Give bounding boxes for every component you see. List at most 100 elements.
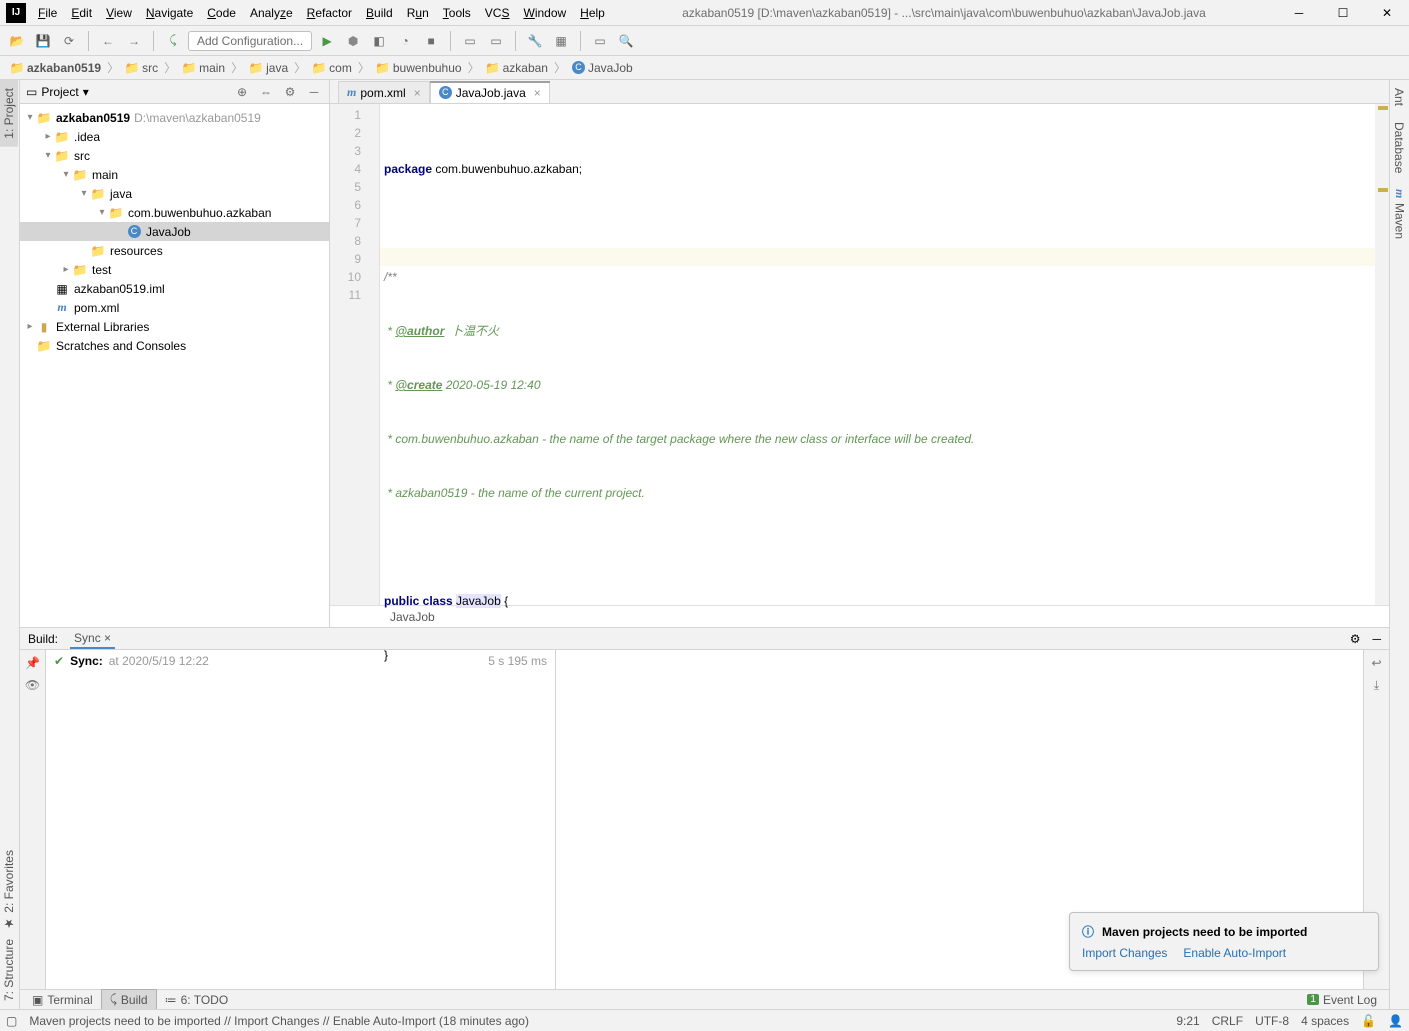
tab-todo[interactable]: ≔ 6: TODO bbox=[157, 991, 237, 1009]
menu-help[interactable]: Help bbox=[574, 4, 611, 22]
menu-build[interactable]: Build bbox=[360, 4, 399, 22]
notification-popup: ⓘMaven projects need to be imported Impo… bbox=[1069, 912, 1379, 971]
locate-icon[interactable]: ⊕ bbox=[233, 83, 251, 101]
close-button[interactable]: ✕ bbox=[1365, 0, 1409, 26]
tree-scratches[interactable]: 📁Scratches and Consoles bbox=[20, 336, 329, 355]
menu-view[interactable]: View bbox=[100, 4, 138, 22]
indent[interactable]: 4 spaces bbox=[1301, 1014, 1349, 1028]
presentation-button[interactable]: ▭ bbox=[589, 30, 611, 52]
save-button[interactable]: 💾 bbox=[32, 30, 54, 52]
toolbar: 📂 💾 ⟳ ← → ⤹ Add Configuration... ▶ ⬢ ◧ ◔… bbox=[0, 26, 1409, 56]
close-icon[interactable]: × bbox=[534, 86, 541, 100]
gear-icon[interactable]: ⚙ bbox=[1350, 632, 1361, 646]
forward-button[interactable]: → bbox=[123, 30, 145, 52]
build-label: Build: bbox=[28, 632, 58, 646]
cursor-position[interactable]: 9:21 bbox=[1176, 1014, 1199, 1028]
debug-button[interactable]: ⬢ bbox=[342, 30, 364, 52]
tree-resources[interactable]: 📁resources bbox=[20, 241, 329, 260]
menu-run[interactable]: Run bbox=[401, 4, 435, 22]
layout-button-2[interactable]: ▭ bbox=[485, 30, 507, 52]
run-button[interactable]: ▶ bbox=[316, 30, 338, 52]
build-tab-sync[interactable]: Sync × bbox=[70, 629, 115, 649]
stop-button[interactable]: ■ bbox=[420, 30, 442, 52]
tree-external[interactable]: ▸▮External Libraries bbox=[20, 317, 329, 336]
run-config-selector[interactable]: Add Configuration... bbox=[188, 31, 312, 51]
tab-maven[interactable]: m Maven bbox=[1390, 181, 1409, 246]
tab-ant[interactable]: Ant bbox=[1390, 80, 1408, 114]
bc-com[interactable]: 📁com bbox=[308, 61, 356, 75]
lock-icon[interactable]: 🔓 bbox=[1361, 1014, 1376, 1028]
tab-structure[interactable]: 7: Structure bbox=[0, 931, 18, 1009]
menu-edit[interactable]: Edit bbox=[65, 4, 98, 22]
project-panel-title[interactable]: ▭ Project ▾ bbox=[26, 85, 227, 99]
editor[interactable]: 1234567891011 package com.buwenbuhuo.azk… bbox=[330, 104, 1389, 605]
app-logo: IJ bbox=[6, 3, 26, 23]
tab-javajob-file[interactable]: CJavaJob.java× bbox=[430, 81, 550, 103]
maximize-button[interactable]: ☐ bbox=[1321, 0, 1365, 26]
coverage-button[interactable]: ◧ bbox=[368, 30, 390, 52]
bc-buwenbuhuo[interactable]: 📁buwenbuhuo bbox=[372, 61, 466, 75]
tree-javajob[interactable]: CJavaJob bbox=[20, 222, 329, 241]
tab-build[interactable]: ⤹ Build bbox=[101, 989, 157, 1010]
tab-favorites[interactable]: ★ 2: Favorites bbox=[0, 842, 18, 939]
back-button[interactable]: ← bbox=[97, 30, 119, 52]
code-content[interactable]: package com.buwenbuhuo.azkaban; /** * @a… bbox=[380, 104, 1375, 605]
menu-vcs[interactable]: VCS bbox=[479, 4, 516, 22]
profile-button[interactable]: ◔ bbox=[394, 30, 416, 52]
settings-icon[interactable]: 🔧 bbox=[524, 30, 546, 52]
tree-idea[interactable]: ▸📁.idea bbox=[20, 127, 329, 146]
bc-azkaban[interactable]: 📁azkaban bbox=[482, 61, 552, 75]
hide-icon[interactable]: ─ bbox=[1372, 632, 1381, 646]
tab-pom[interactable]: mpom.xml× bbox=[338, 81, 430, 103]
pin-icon[interactable]: 📌 bbox=[25, 656, 40, 670]
open-button[interactable]: 📂 bbox=[6, 30, 28, 52]
bc-src[interactable]: 📁src bbox=[121, 61, 162, 75]
hide-icon[interactable]: ─ bbox=[305, 83, 323, 101]
scroll-icon[interactable]: ⤓ bbox=[1374, 678, 1379, 693]
line-ending[interactable]: CRLF bbox=[1212, 1014, 1243, 1028]
tab-terminal[interactable]: ▣ Terminal bbox=[24, 991, 101, 1009]
eye-icon[interactable]: 👁 bbox=[25, 678, 40, 692]
tab-eventlog[interactable]: 1 Event Log bbox=[1299, 991, 1385, 1009]
menu-analyze[interactable]: Analyze bbox=[244, 4, 299, 22]
tree-iml[interactable]: ▦azkaban0519.iml bbox=[20, 279, 329, 298]
menu-navigate[interactable]: Navigate bbox=[140, 4, 199, 22]
link-enable-auto-import[interactable]: Enable Auto-Import bbox=[1183, 946, 1286, 960]
tree-pom[interactable]: mpom.xml bbox=[20, 298, 329, 317]
project-panel: ▭ Project ▾ ⊕ ⇔ ⚙ ─ ▾📁azkaban0519D:\mave… bbox=[20, 80, 330, 627]
menu-window[interactable]: Window bbox=[517, 4, 572, 22]
minimize-button[interactable]: ─ bbox=[1277, 0, 1321, 26]
tab-project[interactable]: 1: Project bbox=[0, 80, 18, 147]
tree-java[interactable]: ▾📁java bbox=[20, 184, 329, 203]
bc-project[interactable]: 📁azkaban0519 bbox=[6, 61, 105, 75]
build-button[interactable]: ⤹ bbox=[162, 30, 184, 52]
tree-main[interactable]: ▾📁main bbox=[20, 165, 329, 184]
window-icon[interactable]: ▢ bbox=[6, 1014, 17, 1028]
encoding[interactable]: UTF-8 bbox=[1255, 1014, 1289, 1028]
tree-root[interactable]: ▾📁azkaban0519D:\maven\azkaban0519 bbox=[20, 108, 329, 127]
menu-code[interactable]: Code bbox=[201, 4, 242, 22]
tree-package[interactable]: ▾📁com.buwenbuhuo.azkaban bbox=[20, 203, 329, 222]
tab-database[interactable]: Database bbox=[1390, 114, 1408, 181]
structure-button[interactable]: ▦ bbox=[550, 30, 572, 52]
link-import-changes[interactable]: Import Changes bbox=[1082, 946, 1167, 960]
layout-button-1[interactable]: ▭ bbox=[459, 30, 481, 52]
tree-src[interactable]: ▾📁src bbox=[20, 146, 329, 165]
inspector-icon[interactable]: 👤 bbox=[1388, 1014, 1403, 1028]
bc-java[interactable]: 📁java bbox=[245, 61, 292, 75]
menu-file[interactable]: File bbox=[32, 4, 63, 22]
tree-test[interactable]: ▸📁test bbox=[20, 260, 329, 279]
error-stripe[interactable] bbox=[1375, 104, 1389, 605]
gear-icon[interactable]: ⚙ bbox=[281, 83, 299, 101]
close-icon[interactable]: × bbox=[414, 86, 421, 100]
bc-javajob[interactable]: CJavaJob bbox=[568, 61, 637, 75]
menu-tools[interactable]: Tools bbox=[437, 4, 477, 22]
bc-main[interactable]: 📁main bbox=[178, 61, 229, 75]
search-button[interactable]: 🔍 bbox=[615, 30, 637, 52]
menu-refactor[interactable]: Refactor bbox=[301, 4, 358, 22]
build-side-toolbar: 📌 👁 bbox=[20, 650, 46, 989]
wrap-icon[interactable]: ↩ bbox=[1371, 656, 1381, 670]
reload-button[interactable]: ⟳ bbox=[58, 30, 80, 52]
collapse-icon[interactable]: ⇔ bbox=[257, 83, 275, 101]
bottom-tool-stripe: ▣ Terminal ⤹ Build ≔ 6: TODO 1 Event Log bbox=[20, 989, 1389, 1009]
